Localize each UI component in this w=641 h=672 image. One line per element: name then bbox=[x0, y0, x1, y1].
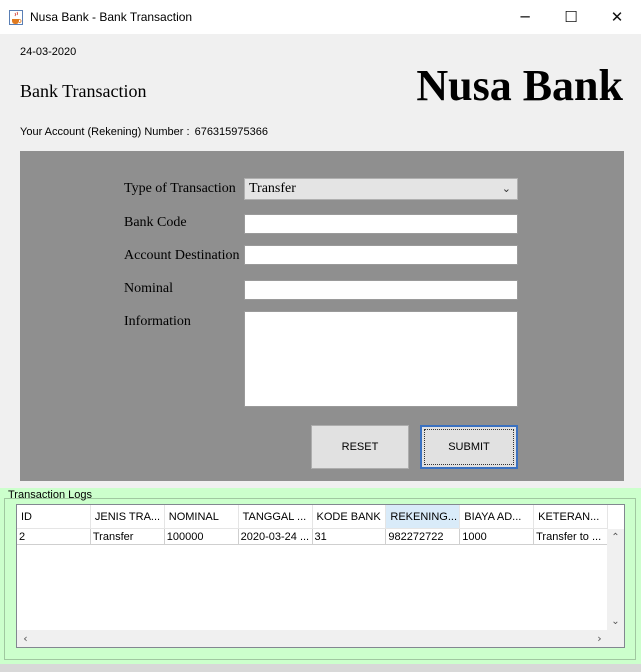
page-title: Bank Transaction bbox=[20, 81, 147, 101]
chevron-down-icon: ⌄ bbox=[501, 182, 511, 195]
chevron-up-icon[interactable]: ⌃ bbox=[607, 529, 624, 546]
column-header-keterangan[interactable]: KETERAN... bbox=[534, 505, 608, 529]
maximize-button[interactable]: ☐ bbox=[548, 0, 594, 34]
column-header-jenis-transaksi[interactable]: JENIS TRA... bbox=[90, 505, 165, 529]
nominal-field[interactable] bbox=[244, 280, 518, 300]
account-destination-field[interactable] bbox=[244, 245, 518, 265]
information-textarea[interactable] bbox=[244, 311, 518, 407]
cell-id: 2 bbox=[17, 529, 91, 545]
transaction-form: Type of Transaction Transfer ⌄ Bank Code… bbox=[20, 151, 624, 481]
account-number-value: 676315975366 bbox=[194, 126, 268, 138]
account-destination-label: Account Destination bbox=[124, 248, 240, 263]
chevron-down-icon[interactable]: ⌄ bbox=[607, 613, 624, 630]
cell-nominal: 100000 bbox=[164, 529, 239, 545]
transaction-type-value: Transfer bbox=[249, 181, 296, 196]
table-header-row: ID JENIS TRA... NOMINAL TANGGAL ... KODE… bbox=[17, 505, 608, 529]
title-bar: Nusa Bank - Bank Transaction ─ ☐ ✕ bbox=[0, 0, 641, 34]
chevron-left-icon[interactable]: ‹ bbox=[17, 630, 34, 647]
horizontal-scrollbar[interactable]: ‹ › bbox=[17, 630, 608, 647]
reset-button[interactable]: RESET bbox=[311, 425, 409, 469]
column-header-kode-bank[interactable]: KODE BANK bbox=[312, 505, 387, 529]
date-label: 24-03-2020 bbox=[20, 46, 77, 58]
bank-code-field[interactable] bbox=[244, 214, 518, 234]
cell-biaya-admin: 1000 bbox=[460, 529, 535, 545]
transaction-logs-title: Transaction Logs bbox=[8, 489, 92, 501]
column-header-rekening[interactable]: REKENING... bbox=[386, 505, 461, 529]
window-title: Nusa Bank - Bank Transaction bbox=[30, 10, 193, 24]
scrollbar-corner bbox=[607, 630, 624, 647]
transaction-logs-table[interactable]: ID JENIS TRA... NOMINAL TANGGAL ... KODE… bbox=[16, 504, 625, 648]
window-bottom-edge bbox=[0, 664, 641, 672]
column-header-biaya-admin[interactable]: BIAYA AD... bbox=[460, 505, 535, 529]
submit-button[interactable]: SUBMIT bbox=[420, 425, 518, 469]
cell-tanggal: 2020-03-24 ... bbox=[238, 529, 313, 545]
type-of-transaction-label: Type of Transaction bbox=[124, 181, 236, 196]
column-header-nominal[interactable]: NOMINAL bbox=[164, 505, 239, 529]
information-label: Information bbox=[124, 314, 191, 329]
nominal-label: Nominal bbox=[124, 281, 173, 296]
account-number-line: Your Account (Rekening) Number : 67631597… bbox=[20, 126, 273, 138]
cell-jenis-transaksi: Transfer bbox=[90, 529, 165, 545]
bank-code-label: Bank Code bbox=[124, 215, 187, 230]
transaction-type-select[interactable]: Transfer ⌄ bbox=[244, 178, 518, 200]
cell-rekening: 982272722 bbox=[386, 529, 461, 545]
brand-title: Nusa Bank bbox=[416, 61, 623, 110]
chevron-right-icon[interactable]: › bbox=[591, 630, 608, 647]
close-button[interactable]: ✕ bbox=[594, 0, 640, 34]
column-header-tanggal[interactable]: TANGGAL ... bbox=[238, 505, 313, 529]
account-number-label: Your Account (Rekening) Number : bbox=[20, 126, 190, 138]
column-header-id[interactable]: ID bbox=[17, 505, 91, 529]
minimize-button[interactable]: ─ bbox=[502, 0, 548, 34]
table-row[interactable]: 2 Transfer 100000 2020-03-24 ... 31 9822… bbox=[17, 529, 608, 545]
cell-keterangan: Transfer to ... bbox=[534, 529, 608, 545]
java-cup-icon bbox=[9, 10, 23, 25]
cell-kode-bank: 31 bbox=[312, 529, 387, 545]
